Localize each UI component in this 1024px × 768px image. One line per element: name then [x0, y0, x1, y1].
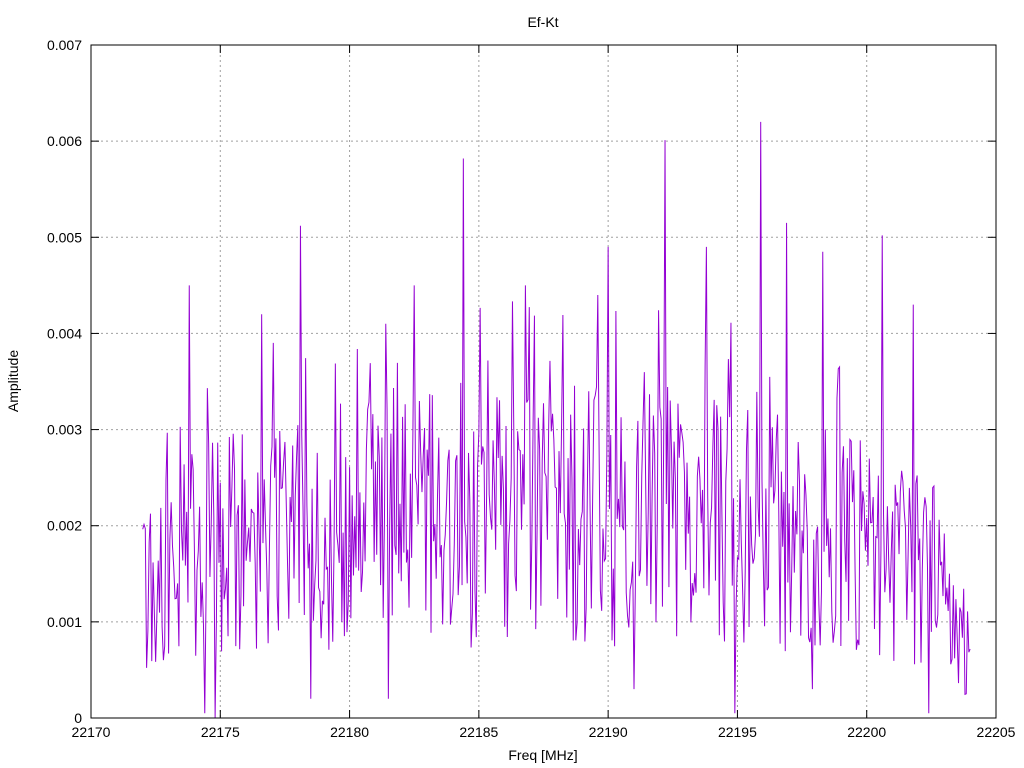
y-tick-label: 0: [74, 710, 82, 726]
chart-title: Ef-Kt: [527, 14, 558, 30]
plot-frame: [90, 44, 997, 719]
x-axis-label: Freq [MHz]: [508, 747, 577, 763]
x-tick-label: 22200: [847, 724, 886, 740]
y-tick-label: 0.003: [47, 422, 82, 438]
y-tick-label: 0.005: [47, 229, 82, 245]
axis-ticks: 22170 22175 22180 22185 22190 22195 22200 22205…: [47, 37, 1016, 740]
y-tick-label: 0.006: [47, 133, 82, 149]
y-tick-label: 0.001: [47, 614, 82, 630]
x-tick-label: 22180: [330, 724, 369, 740]
x-tick-label: 22195: [718, 724, 757, 740]
x-tick-label: 22170: [72, 724, 111, 740]
x-tick-label: 22205: [977, 724, 1016, 740]
grid-lines: [91, 45, 996, 718]
y-axis-label: Amplitude: [5, 350, 21, 412]
x-tick-label: 22175: [201, 724, 240, 740]
amplitude-series-line: [142, 121, 971, 719]
y-tick-label: 0.007: [47, 37, 82, 53]
y-tick-label: 0.002: [47, 518, 82, 534]
chart: 22170 22175 22180 22185 22190 22195 22200 22205…: [5, 14, 1016, 763]
x-tick-label: 22185: [459, 724, 498, 740]
x-tick-label: 22190: [589, 724, 628, 740]
y-tick-label: 0.004: [47, 325, 82, 341]
series-group: [142, 121, 971, 719]
